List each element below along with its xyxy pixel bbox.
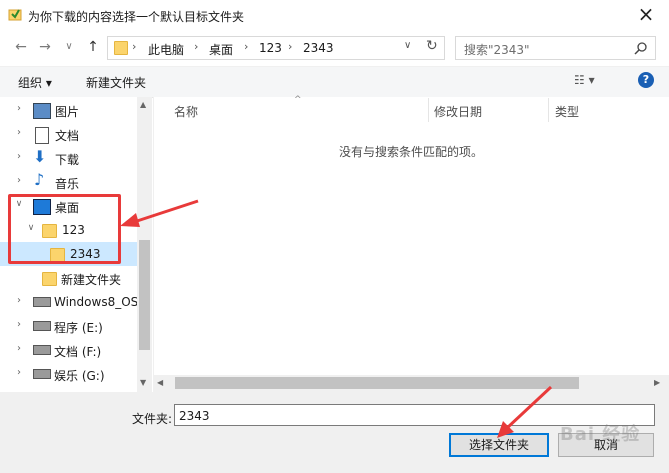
annotation-arrow-icon bbox=[497, 385, 553, 438]
scroll-left-icon[interactable]: ◀ bbox=[157, 378, 163, 387]
document-icon bbox=[35, 127, 49, 144]
watermark: Bai 经验 bbox=[560, 424, 641, 445]
address-bar[interactable]: › 此电脑 › 桌面 › 123 › 2343 ∨ ↻ bbox=[107, 36, 445, 60]
forward-button[interactable]: → bbox=[36, 38, 54, 56]
chevron-right-icon[interactable]: › bbox=[14, 175, 24, 186]
drive-icon bbox=[33, 345, 51, 355]
chevron-right-icon[interactable]: › bbox=[194, 40, 198, 53]
organize-menu[interactable]: 组织 ▾ bbox=[18, 74, 52, 91]
tree-item-pictures[interactable]: › 图片 bbox=[0, 98, 137, 122]
tree-item-label: 娱乐 (G:) bbox=[54, 369, 105, 383]
tree-item-label: 文档 (F:) bbox=[54, 345, 102, 359]
breadcrumb-2343[interactable]: 2343 bbox=[303, 41, 334, 55]
tree-item-label: 程序 (E:) bbox=[54, 321, 103, 335]
app-icon bbox=[8, 7, 22, 21]
search-box[interactable]: 搜索"2343" bbox=[455, 36, 656, 60]
tree-item-drive-g[interactable]: › 娱乐 (G:) bbox=[0, 362, 137, 386]
tree-item-music[interactable]: › ♪ 音乐 bbox=[0, 170, 137, 194]
empty-message: 没有与搜索条件匹配的项。 bbox=[339, 145, 484, 159]
breadcrumb-desktop[interactable]: 桌面 bbox=[209, 41, 233, 58]
tree-item-label: 下载 bbox=[55, 153, 80, 167]
chevron-right-icon[interactable]: › bbox=[14, 295, 24, 306]
scroll-down-icon[interactable]: ▼ bbox=[140, 378, 146, 387]
close-button[interactable]: × bbox=[633, 2, 659, 28]
refresh-icon[interactable]: ↻ bbox=[426, 38, 438, 54]
column-divider[interactable] bbox=[548, 98, 549, 122]
new-folder-button[interactable]: 新建文件夹 bbox=[86, 74, 146, 91]
tree-item-label: 图片 bbox=[55, 105, 80, 119]
recent-locations-button[interactable]: ∨ bbox=[60, 38, 78, 56]
chevron-right-icon[interactable]: › bbox=[14, 367, 24, 378]
column-header-date[interactable]: 修改日期 bbox=[434, 103, 482, 120]
window-title: 为你下载的内容选择一个默认目标文件夹 bbox=[28, 10, 245, 24]
download-icon: ⬇ bbox=[33, 147, 47, 166]
scroll-up-icon[interactable]: ▲ bbox=[140, 100, 146, 109]
annotation-arrow-icon bbox=[120, 199, 199, 227]
chevron-right-icon[interactable]: › bbox=[14, 319, 24, 330]
back-button[interactable]: ← bbox=[12, 38, 30, 56]
folder-icon bbox=[114, 41, 128, 55]
chevron-right-icon[interactable]: › bbox=[14, 103, 24, 114]
up-button[interactable]: ↑ bbox=[84, 38, 102, 56]
tree-item-new-folder[interactable]: 新建文件夹 bbox=[0, 266, 137, 290]
pictures-icon bbox=[33, 103, 51, 119]
tree-item-label: 新建文件夹 bbox=[61, 273, 122, 287]
music-icon: ♪ bbox=[34, 170, 45, 189]
tree-item-windows8-os[interactable]: › Windows8_OS bbox=[0, 290, 139, 314]
file-list-pane[interactable] bbox=[153, 97, 669, 392]
drive-icon bbox=[33, 297, 51, 307]
help-icon[interactable]: ? bbox=[638, 72, 654, 88]
drive-icon bbox=[33, 321, 51, 331]
annotation-highlight-box bbox=[8, 194, 121, 264]
search-input[interactable]: 搜索"2343" bbox=[464, 41, 530, 58]
chevron-right-icon[interactable]: › bbox=[288, 40, 292, 53]
tree-item-drive-e[interactable]: › 程序 (E:) bbox=[0, 314, 137, 338]
column-header-type[interactable]: 类型 bbox=[555, 103, 579, 120]
folder-field-label: 文件夹: bbox=[132, 412, 173, 426]
view-options-button[interactable]: ☷ ▾ bbox=[574, 73, 595, 87]
tree-item-label: 文档 bbox=[55, 129, 80, 143]
address-dropdown-icon[interactable]: ∨ bbox=[404, 40, 411, 51]
chevron-right-icon[interactable]: › bbox=[244, 40, 248, 53]
folder-icon bbox=[42, 272, 57, 286]
tree-item-documents[interactable]: › 文档 bbox=[0, 122, 137, 146]
chevron-right-icon[interactable]: › bbox=[132, 40, 136, 53]
tree-item-label: 音乐 bbox=[55, 177, 80, 191]
breadcrumb-this-pc[interactable]: 此电脑 bbox=[148, 41, 184, 58]
breadcrumb-123[interactable]: 123 bbox=[259, 41, 282, 55]
tree-item-downloads[interactable]: › ⬇ 下载 bbox=[0, 146, 137, 170]
chevron-right-icon[interactable]: › bbox=[14, 343, 24, 354]
chevron-right-icon[interactable]: › bbox=[14, 151, 24, 162]
sort-up-icon: ^ bbox=[294, 95, 302, 105]
column-divider[interactable] bbox=[428, 98, 429, 122]
tree-item-drive-f[interactable]: › 文档 (F:) bbox=[0, 338, 137, 362]
chevron-right-icon[interactable]: › bbox=[14, 127, 24, 138]
scroll-right-icon[interactable]: ▶ bbox=[654, 378, 660, 387]
tree-scrollbar-thumb[interactable] bbox=[139, 240, 150, 350]
drive-icon bbox=[33, 369, 51, 379]
search-icon[interactable] bbox=[634, 41, 648, 55]
column-header-name[interactable]: 名称 bbox=[174, 103, 198, 120]
tree-item-label: Windows8_OS bbox=[54, 295, 139, 309]
